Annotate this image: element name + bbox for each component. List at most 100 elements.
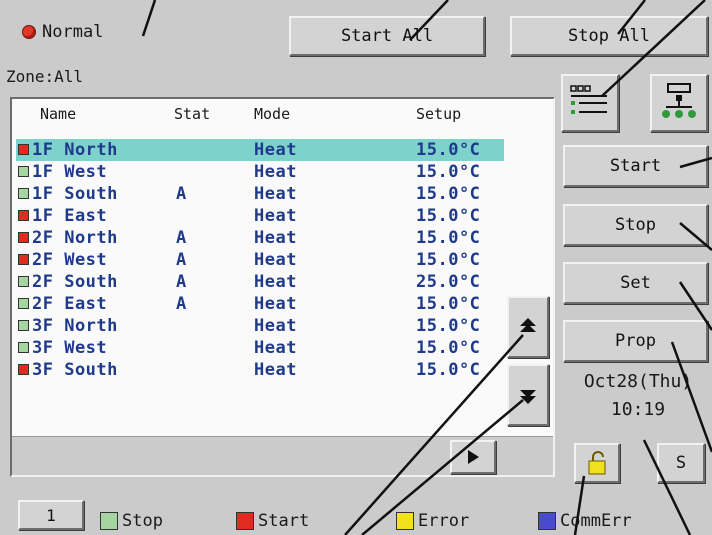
state-indicator — [18, 276, 29, 287]
zone-mode: Heat — [254, 272, 297, 292]
table-row[interactable]: 2F West A Heat 15.0°C — [16, 249, 504, 271]
zone-mode: Heat — [254, 338, 297, 358]
scroll-right-button[interactable] — [450, 440, 496, 474]
table-row[interactable]: 2F East A Heat 15.0°C — [16, 293, 504, 315]
stop-label: Stop — [615, 215, 656, 235]
table-row[interactable]: 3F North Heat 15.0°C — [16, 315, 504, 337]
tree-view-icon — [662, 83, 696, 118]
prop-button[interactable]: Prop — [563, 320, 708, 362]
zone-list[interactable]: Name Stat Mode Setup 1F North Heat 15.0°C 1… — [10, 97, 555, 477]
zone-name: 3F West — [32, 338, 108, 358]
zone-name: 3F North — [32, 316, 118, 336]
table-row[interactable]: 1F South A Heat 15.0°C — [16, 183, 504, 205]
s-button[interactable]: S — [657, 443, 705, 483]
s-label: S — [675, 453, 687, 473]
zone-mode: Heat — [254, 162, 297, 182]
stop-all-label: Stop All — [568, 26, 650, 46]
state-indicator — [18, 364, 29, 375]
legend-stop: Stop — [100, 511, 163, 531]
clock-time: 10:19 — [610, 399, 666, 420]
zone-stat: A — [176, 250, 187, 270]
legend-commerr-label: CommErr — [560, 511, 632, 531]
zone-setup: 15.0°C — [416, 206, 481, 226]
state-indicator — [18, 254, 29, 265]
state-indicator — [18, 188, 29, 199]
stop-all-button[interactable]: Stop All — [510, 16, 708, 56]
start-button[interactable]: Start — [563, 145, 708, 187]
legend-error: Error — [396, 511, 469, 531]
zone-mode: Heat — [254, 206, 297, 226]
clock-date: Oct28(Thu) — [583, 371, 693, 392]
table-row[interactable]: 1F North Heat 15.0°C — [16, 139, 504, 161]
zone-name: 2F North — [32, 228, 118, 248]
legend-bar: 1 Stop Start Error CommErr — [0, 500, 712, 535]
zone-setup: 15.0°C — [416, 250, 481, 270]
state-indicator — [18, 342, 29, 353]
zone-setup: 15.0°C — [416, 316, 481, 336]
legend-start-swatch — [236, 512, 254, 530]
legend-stop-swatch — [100, 512, 118, 530]
legend-error-label: Error — [418, 511, 470, 531]
page-number: 1 — [46, 505, 56, 525]
col-setup-header: Setup — [416, 105, 462, 123]
list-view-button[interactable] — [561, 74, 619, 132]
col-name-header: Name — [40, 105, 77, 123]
zone-name: 2F West — [32, 250, 108, 270]
legend-commerr-swatch — [538, 512, 556, 530]
table-row[interactable]: 2F South A Heat 25.0°C — [16, 271, 504, 293]
zone-name: 2F East — [32, 294, 108, 314]
zone-setup: 15.0°C — [416, 184, 481, 204]
table-row[interactable]: 3F South Heat 15.0°C — [16, 359, 504, 381]
zone-setup: 15.0°C — [416, 294, 481, 314]
prop-label: Prop — [615, 331, 656, 351]
zone-name: 3F South — [32, 360, 118, 380]
page-down-icon — [520, 390, 536, 404]
clock: Oct28(Thu) 10:19 — [563, 368, 712, 424]
zone-stat: A — [176, 272, 187, 292]
zone-stat: A — [176, 294, 187, 314]
zone-stat: A — [176, 228, 187, 248]
control-panel: Normal Start All Stop All Zone:All Name … — [0, 0, 712, 535]
legend-error-swatch — [396, 512, 414, 530]
legend-stop-label: Stop — [122, 511, 163, 531]
arrow-right-icon — [468, 450, 479, 464]
state-indicator — [18, 320, 29, 331]
state-indicator — [18, 210, 29, 221]
page-up-icon — [520, 318, 536, 332]
set-button[interactable]: Set — [563, 262, 708, 304]
zone-mode: Heat — [254, 228, 297, 248]
table-row[interactable]: 2F North A Heat 15.0°C — [16, 227, 504, 249]
zone-label: Zone:All — [6, 67, 84, 86]
zone-stat: A — [176, 184, 187, 204]
set-label: Set — [620, 273, 651, 293]
zone-setup: 15.0°C — [416, 162, 481, 182]
state-indicator — [18, 166, 29, 177]
table-row[interactable]: 1F West Heat 15.0°C — [16, 161, 504, 183]
table-row[interactable]: 1F East Heat 15.0°C — [16, 205, 504, 227]
table-row[interactable]: 3F West Heat 15.0°C — [16, 337, 504, 359]
list-view-icon — [570, 85, 607, 114]
state-indicator — [18, 144, 29, 155]
zone-mode: Heat — [254, 184, 297, 204]
zone-setup: 15.0°C — [416, 338, 481, 358]
zone-mode: Heat — [254, 316, 297, 336]
zone-setup: 15.0°C — [416, 140, 481, 160]
zone-name: 1F North — [32, 140, 118, 160]
page-number-button[interactable]: 1 — [18, 500, 84, 530]
start-all-label: Start All — [340, 26, 434, 46]
zone-name: 1F West — [32, 162, 108, 182]
zone-name: 1F East — [32, 206, 108, 226]
zone-mode: Heat — [254, 360, 297, 380]
start-all-button[interactable]: Start All — [289, 16, 485, 56]
lock-button[interactable] — [574, 443, 620, 483]
zone-mode: Heat — [254, 250, 297, 270]
zone-name: 1F South — [32, 184, 118, 204]
page-down-button[interactable] — [507, 364, 549, 426]
col-mode-header: Mode — [254, 105, 291, 123]
tree-view-button[interactable] — [650, 74, 708, 132]
status-led — [22, 25, 36, 39]
col-stat-header: Stat — [174, 105, 211, 123]
page-up-button[interactable] — [507, 296, 549, 358]
stop-button[interactable]: Stop — [563, 204, 708, 246]
legend-start: Start — [236, 511, 309, 531]
